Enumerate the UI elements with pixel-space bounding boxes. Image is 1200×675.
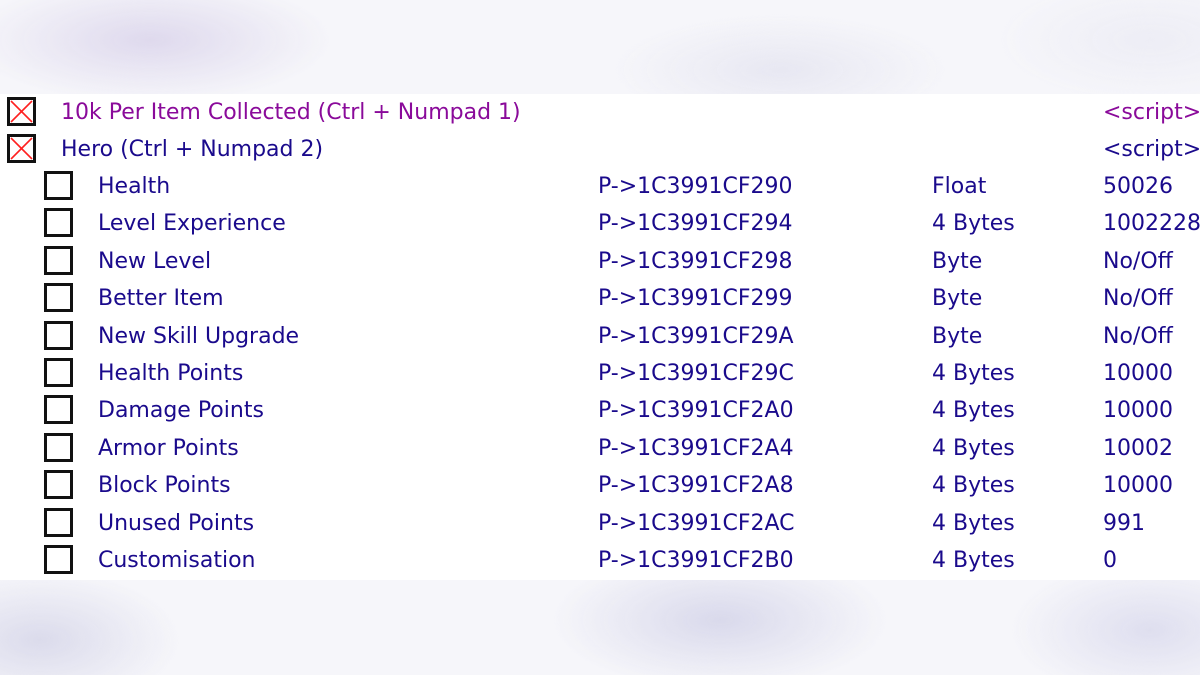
cheat-entry-row[interactable]: New Level P->1C3991CF298 Byte No/Off: [0, 243, 1200, 280]
red-x-icon: [10, 137, 33, 160]
cheat-entry-row[interactable]: Damage Points P->1C3991CF2A0 4 Bytes 10000: [0, 392, 1200, 429]
entry-value[interactable]: 10000: [1103, 355, 1173, 392]
entry-type: 4 Bytes: [932, 435, 1015, 461]
entry-address: P->1C3991CF294: [598, 211, 793, 237]
entry-address: P->1C3991CF298: [598, 248, 793, 274]
activate-checkbox[interactable]: [44, 208, 73, 238]
entry-address: P->1C3991CF2A4: [598, 435, 794, 461]
entry-type: Byte: [932, 248, 983, 274]
entry-value[interactable]: 10000: [1103, 467, 1173, 504]
entry-type: 4 Bytes: [932, 398, 1015, 424]
entry-type: 4 Bytes: [932, 510, 1015, 536]
entry-description: New Level: [98, 248, 212, 274]
entry-value[interactable]: No/Off: [1103, 243, 1173, 280]
entry-address: P->1C3991CF2B0: [598, 548, 794, 573]
entry-description: Health: [98, 174, 171, 199]
entry-description: Level Experience: [98, 211, 286, 237]
entry-value[interactable]: <script>: [1103, 131, 1200, 168]
entry-type: Byte: [932, 323, 983, 349]
activate-checkbox[interactable]: [44, 470, 73, 500]
entry-value[interactable]: 991: [1103, 505, 1145, 542]
entry-description: Health Points: [98, 361, 244, 386]
entry-address: P->1C3991CF29A: [598, 323, 794, 349]
activate-checkbox[interactable]: [44, 245, 73, 275]
entry-address: P->1C3991CF299: [598, 286, 793, 312]
entry-value[interactable]: 10000: [1103, 392, 1173, 429]
activate-checkbox[interactable]: [44, 545, 73, 574]
cheat-entry-row[interactable]: Health Points P->1C3991CF29C 4 Bytes 10000: [0, 355, 1200, 392]
entry-type: Byte: [932, 286, 983, 312]
entry-description: 10k Per Item Collected (Ctrl + Numpad 1): [61, 100, 521, 125]
entry-value[interactable]: 10002: [1103, 430, 1173, 467]
activate-checkbox[interactable]: [44, 395, 73, 425]
cheat-entry-group-hero[interactable]: Hero (Ctrl + Numpad 2) <script>: [0, 131, 1200, 168]
activate-checkbox[interactable]: [7, 134, 36, 163]
entry-address: P->1C3991CF2A8: [598, 473, 794, 499]
entry-type: 4 Bytes: [932, 361, 1015, 386]
entry-type: Float: [932, 174, 987, 199]
cheat-entry-row[interactable]: Block Points P->1C3991CF2A8 4 Bytes 10000: [0, 467, 1200, 504]
entry-description: Hero (Ctrl + Numpad 2): [61, 137, 324, 162]
entry-description: Better Item: [98, 286, 224, 312]
entry-description: Damage Points: [98, 398, 264, 424]
entry-type: 4 Bytes: [932, 548, 1015, 573]
entry-address: P->1C3991CF290: [598, 174, 793, 199]
cheat-entry-row[interactable]: Level Experience P->1C3991CF294 4 Bytes 100…: [0, 205, 1200, 242]
entry-value[interactable]: 0: [1103, 542, 1117, 579]
cheat-entry-row[interactable]: Customisation P->1C3991CF2B0 4 Bytes 0: [0, 542, 1200, 579]
cheat-table: 10k Per Item Collected (Ctrl + Numpad 1)…: [0, 94, 1200, 580]
entry-type: 4 Bytes: [932, 211, 1015, 237]
activate-checkbox[interactable]: [44, 171, 73, 200]
entry-address: P->1C3991CF2AC: [598, 510, 795, 536]
entry-address: P->1C3991CF2A0: [598, 398, 794, 424]
entry-description: Armor Points: [98, 435, 239, 461]
entry-value[interactable]: No/Off: [1103, 280, 1173, 317]
entry-value[interactable]: 50026: [1103, 168, 1173, 205]
cheat-entry-row[interactable]: Better Item P->1C3991CF299 Byte No/Off: [0, 280, 1200, 317]
entry-description: Block Points: [98, 473, 231, 499]
activate-checkbox[interactable]: [44, 358, 73, 387]
activate-checkbox[interactable]: [44, 432, 73, 462]
activate-checkbox[interactable]: [44, 283, 73, 313]
cheat-entry-row[interactable]: New Skill Upgrade P->1C3991CF29A Byte No/Of…: [0, 318, 1200, 355]
cheat-entry-row[interactable]: Armor Points P->1C3991CF2A4 4 Bytes 10002: [0, 430, 1200, 467]
cheat-entry-row[interactable]: Health P->1C3991CF290 Float 50026: [0, 168, 1200, 205]
cheat-entry-script[interactable]: 10k Per Item Collected (Ctrl + Numpad 1)…: [0, 94, 1200, 131]
entry-description: Unused Points: [98, 510, 255, 536]
entry-value[interactable]: <script>: [1103, 94, 1200, 131]
activate-checkbox[interactable]: [44, 507, 73, 537]
entry-value[interactable]: No/Off: [1103, 318, 1173, 355]
entry-description: Customisation: [98, 548, 256, 573]
red-x-icon: [10, 100, 33, 123]
activate-checkbox[interactable]: [44, 320, 73, 350]
entry-value[interactable]: 1002228: [1103, 205, 1200, 242]
entry-description: New Skill Upgrade: [98, 323, 300, 349]
cheat-entry-row[interactable]: Unused Points P->1C3991CF2AC 4 Bytes 991: [0, 505, 1200, 542]
activate-checkbox[interactable]: [7, 97, 36, 126]
entry-address: P->1C3991CF29C: [598, 361, 794, 386]
entry-type: 4 Bytes: [932, 473, 1015, 499]
